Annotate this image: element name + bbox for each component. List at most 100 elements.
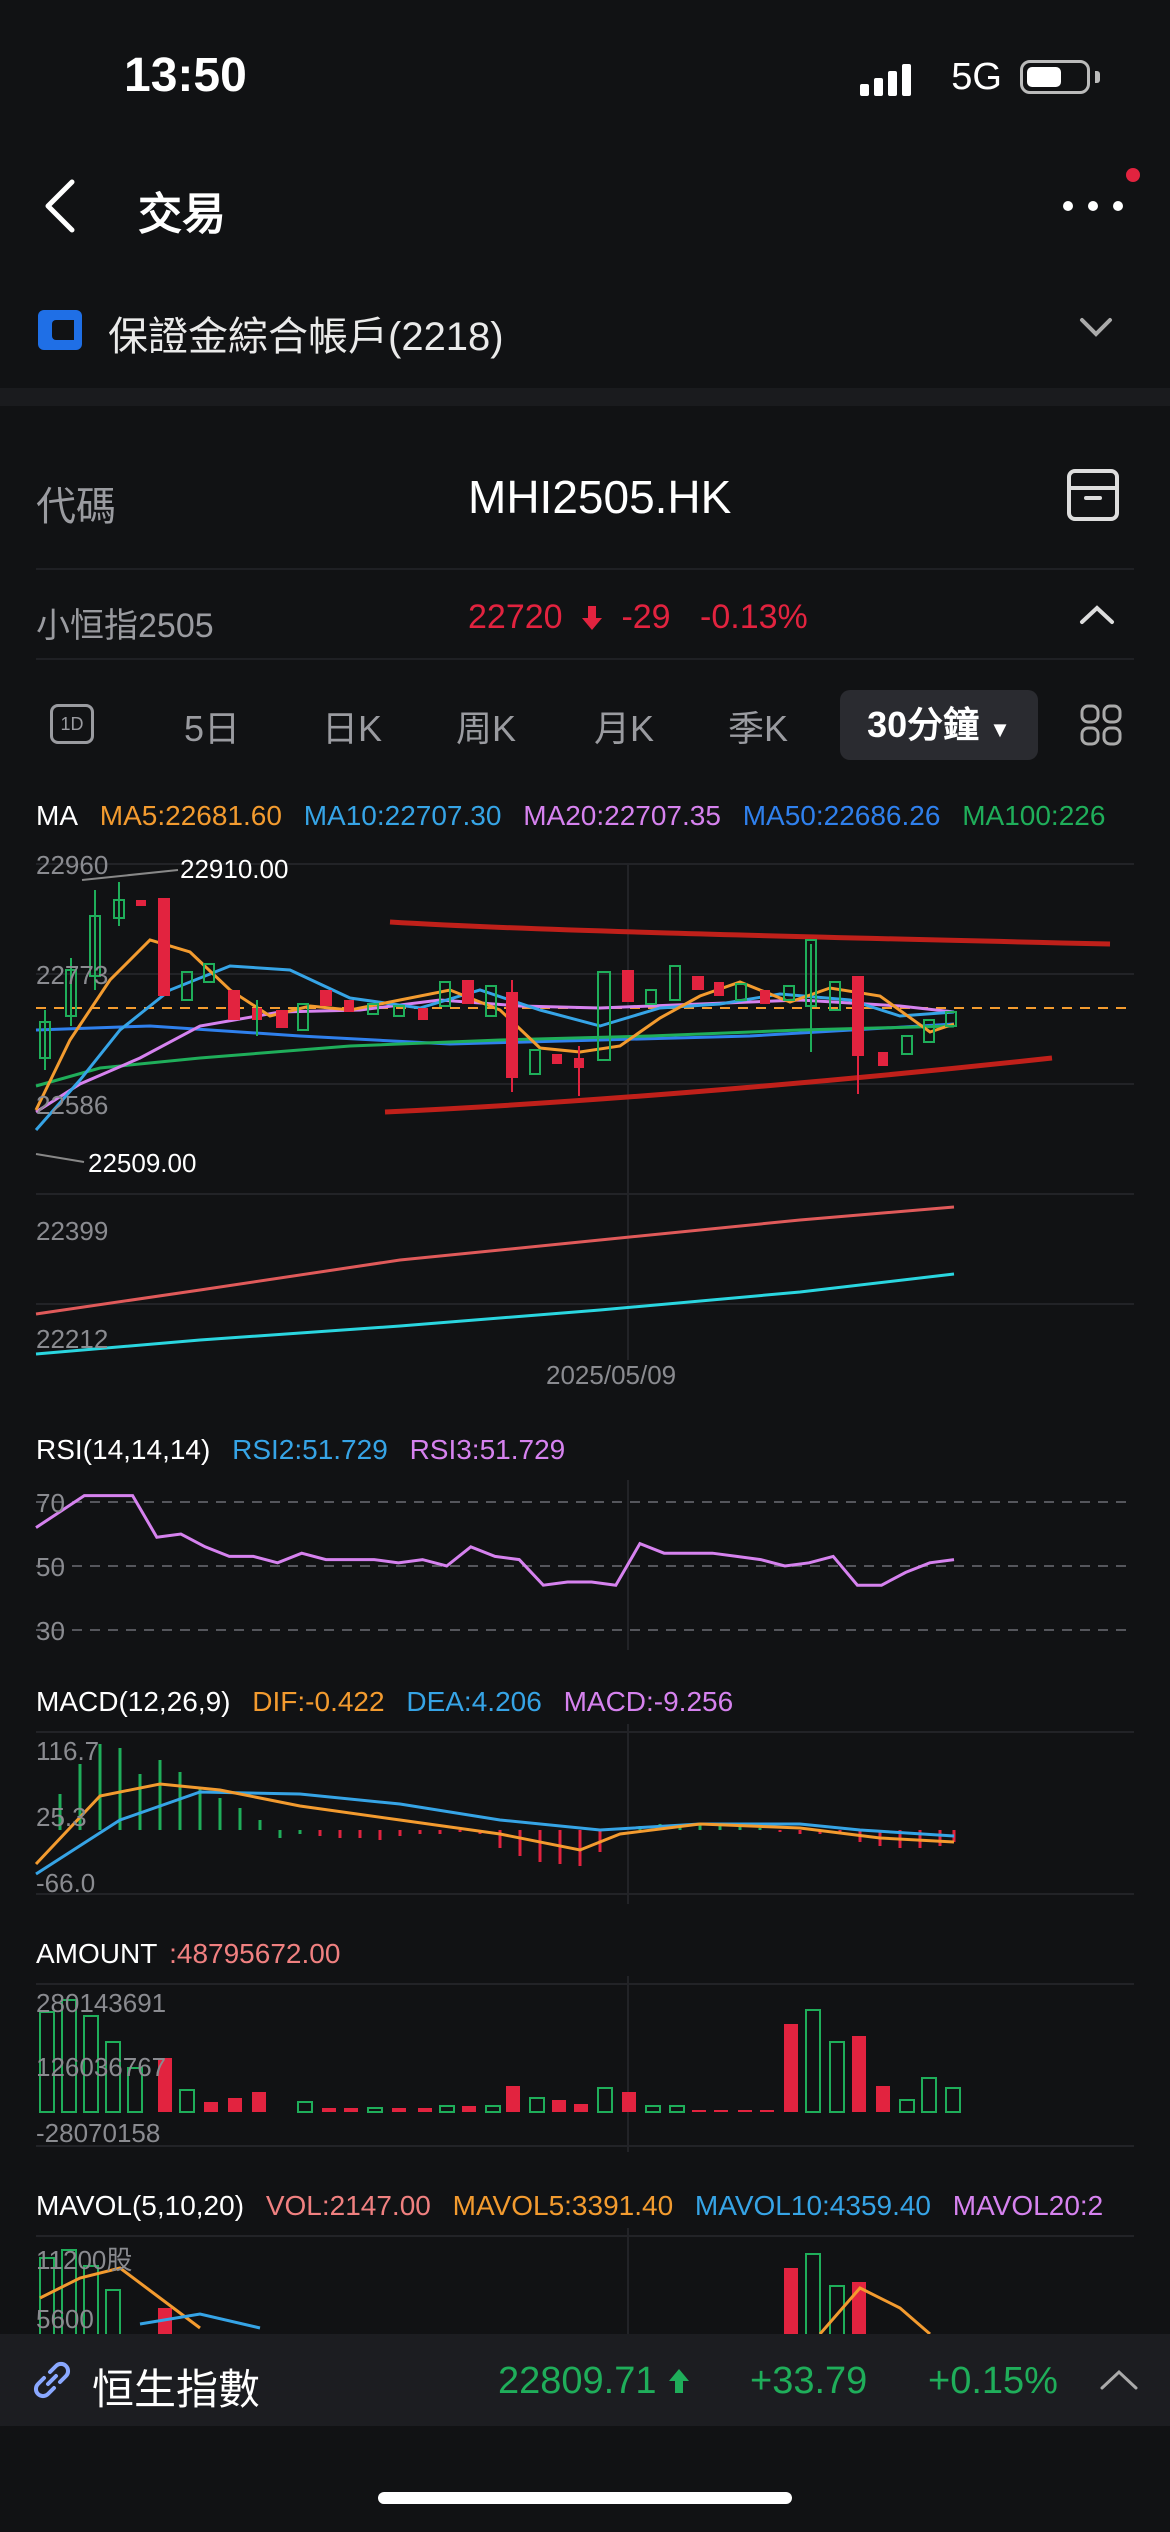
status-time: 13:50 xyxy=(124,49,247,102)
amount-value: :48795672.00 xyxy=(169,1938,341,1969)
tab-week-k[interactable]: 周K xyxy=(456,700,516,752)
ma10-value: MA10:22707.30 xyxy=(303,800,502,831)
link-icon xyxy=(33,2361,71,2399)
rsi-title: RSI(14,14,14) xyxy=(36,1434,211,1465)
y-tick: 22773 xyxy=(36,960,109,990)
ma5-value: MA5:22681.60 xyxy=(99,800,282,831)
dea-value: DEA:4.206 xyxy=(406,1686,542,1717)
amount-chart[interactable] xyxy=(0,1976,1170,2152)
ma-long-1 xyxy=(35,1205,955,1316)
instrument-name: 小恒指2505 xyxy=(36,607,214,645)
low-marker-leader xyxy=(35,1153,85,1163)
amount-tick: 280143691 xyxy=(36,1988,167,2018)
rsi-legend: RSI(14,14,14) RSI2:51.729 RSI3:51.729 xyxy=(36,1434,579,1466)
x-date-label: 2025/05/09 xyxy=(546,1360,677,1390)
more-button[interactable] xyxy=(1060,186,1126,226)
section-divider xyxy=(0,388,1170,406)
tab-season-k[interactable]: 季K xyxy=(728,700,788,752)
vol-value: VOL:2147.00 xyxy=(265,2190,431,2221)
grid-icon[interactable] xyxy=(1080,704,1122,746)
chevron-down-icon[interactable] xyxy=(1076,312,1116,342)
ma-long-2 xyxy=(35,1272,955,1356)
index-name: 恒生指數 xyxy=(92,2366,261,2413)
rsi-tick: 50 xyxy=(36,1552,65,1582)
low-marker: 22509.00 xyxy=(88,1148,197,1178)
ma20-value: MA20:22707.35 xyxy=(523,800,721,831)
account-icon xyxy=(38,310,82,350)
tab-5day[interactable]: 5日 xyxy=(184,700,240,752)
tab-day-k[interactable]: 日K xyxy=(322,700,382,752)
mavol-legend: MAVOL(5,10,20) VOL:2147.00 MAVOL5:3391.4… xyxy=(36,2190,1117,2222)
index-value: 22809.71 xyxy=(498,2360,657,2402)
row-divider xyxy=(36,658,1134,660)
last-price: 22720 xyxy=(468,598,563,636)
amount-tick: 126036767 xyxy=(36,2052,167,2082)
inbox-icon[interactable] xyxy=(1066,468,1120,522)
ma-label: MA xyxy=(36,800,78,831)
rsi-chart[interactable] xyxy=(0,1480,1170,1650)
candlestick-chart[interactable] xyxy=(0,840,1170,1400)
y-tick: 22212 xyxy=(36,1324,109,1354)
macd-tick: 116.7 xyxy=(36,1736,100,1766)
index-change: +33.79 xyxy=(750,2360,868,2402)
macd-histogram xyxy=(58,1744,956,1866)
mavol-tick: 11200股 xyxy=(36,2245,133,2275)
mavol-tick: 5600 xyxy=(36,2304,94,2334)
macd-tick: -66.0 xyxy=(36,1868,96,1898)
battery-cap xyxy=(1095,71,1100,83)
mavol10-value: MAVOL10:4359.40 xyxy=(694,2190,932,2221)
candles xyxy=(39,882,957,1096)
tab-30min[interactable]: 30分鐘 ▼ xyxy=(840,690,1038,760)
rsi2-value: RSI2:51.729 xyxy=(232,1434,388,1465)
y-tick: 22586 xyxy=(36,1090,109,1120)
mavol5-value: MAVOL5:3391.40 xyxy=(452,2190,674,2221)
mavol-chart[interactable] xyxy=(0,2228,1170,2334)
page-title: 交易 xyxy=(138,190,226,239)
y-tick: 22960 xyxy=(36,850,109,880)
home-indicator[interactable] xyxy=(378,2492,792,2504)
macd-chart[interactable] xyxy=(0,1724,1170,1904)
macd-value: MACD:-9.256 xyxy=(563,1686,734,1717)
mavol5-line-2 xyxy=(818,2286,931,2334)
macd-title: MACD(12,26,9) xyxy=(36,1686,231,1717)
dif-value: DIF:-0.422 xyxy=(252,1686,385,1717)
rsi-tick: 30 xyxy=(36,1616,65,1646)
tab-1d[interactable]: 1D xyxy=(50,704,94,744)
account-selector[interactable]: 保證金綜合帳戶(2218) xyxy=(108,304,504,362)
battery-icon xyxy=(1020,60,1090,94)
amount-tick: -28070158 xyxy=(36,2118,161,2148)
rsi-tick: 70 xyxy=(36,1488,65,1518)
amount-title: AMOUNT xyxy=(36,1938,158,1969)
rsi-line xyxy=(35,1494,955,1587)
code-input[interactable]: MHI2505.HK xyxy=(468,470,731,524)
macd-tick: 25.3 xyxy=(36,1802,87,1832)
amount-bars xyxy=(39,1999,961,2113)
network-label: 5G xyxy=(951,56,1002,98)
index-bar[interactable]: 恒生指數 22809.71 +33.79 +0.15% xyxy=(0,2334,1170,2426)
code-label: 代碼 xyxy=(36,485,116,529)
dif-line xyxy=(34,1782,955,1866)
price-change: -29 xyxy=(621,598,671,636)
dropdown-caret-icon: ▼ xyxy=(989,717,1011,742)
ma-legend: MA MA5:22681.60 MA10:22707.30 MA20:22707… xyxy=(36,800,1119,832)
ma100-line xyxy=(35,1024,955,1088)
trend-line-upper xyxy=(389,919,1111,947)
chevron-up-icon[interactable] xyxy=(1098,2364,1140,2394)
tab-1d-label: 1D xyxy=(60,714,84,734)
ma50-value: MA50:22686.26 xyxy=(742,800,941,831)
high-marker: 22910.00 xyxy=(180,854,289,884)
index-value-block: 22809.71 xyxy=(498,2360,691,2403)
price-change-pct: -0.13% xyxy=(700,598,808,636)
notification-dot xyxy=(1126,168,1140,182)
row-divider xyxy=(36,568,1134,570)
price-block: 22720 -29 -0.13% xyxy=(468,598,808,637)
signal-icon xyxy=(860,64,914,96)
back-button[interactable] xyxy=(38,176,88,236)
mavol-title: MAVOL(5,10,20) xyxy=(36,2190,245,2221)
amount-legend: AMOUNT :48795672.00 xyxy=(36,1938,354,1970)
y-tick: 22399 xyxy=(36,1216,109,1246)
arrow-up-icon xyxy=(669,2369,690,2393)
rsi3-value: RSI3:51.729 xyxy=(409,1434,566,1465)
tab-month-k[interactable]: 月K xyxy=(594,700,654,752)
chevron-up-icon[interactable] xyxy=(1076,600,1118,630)
